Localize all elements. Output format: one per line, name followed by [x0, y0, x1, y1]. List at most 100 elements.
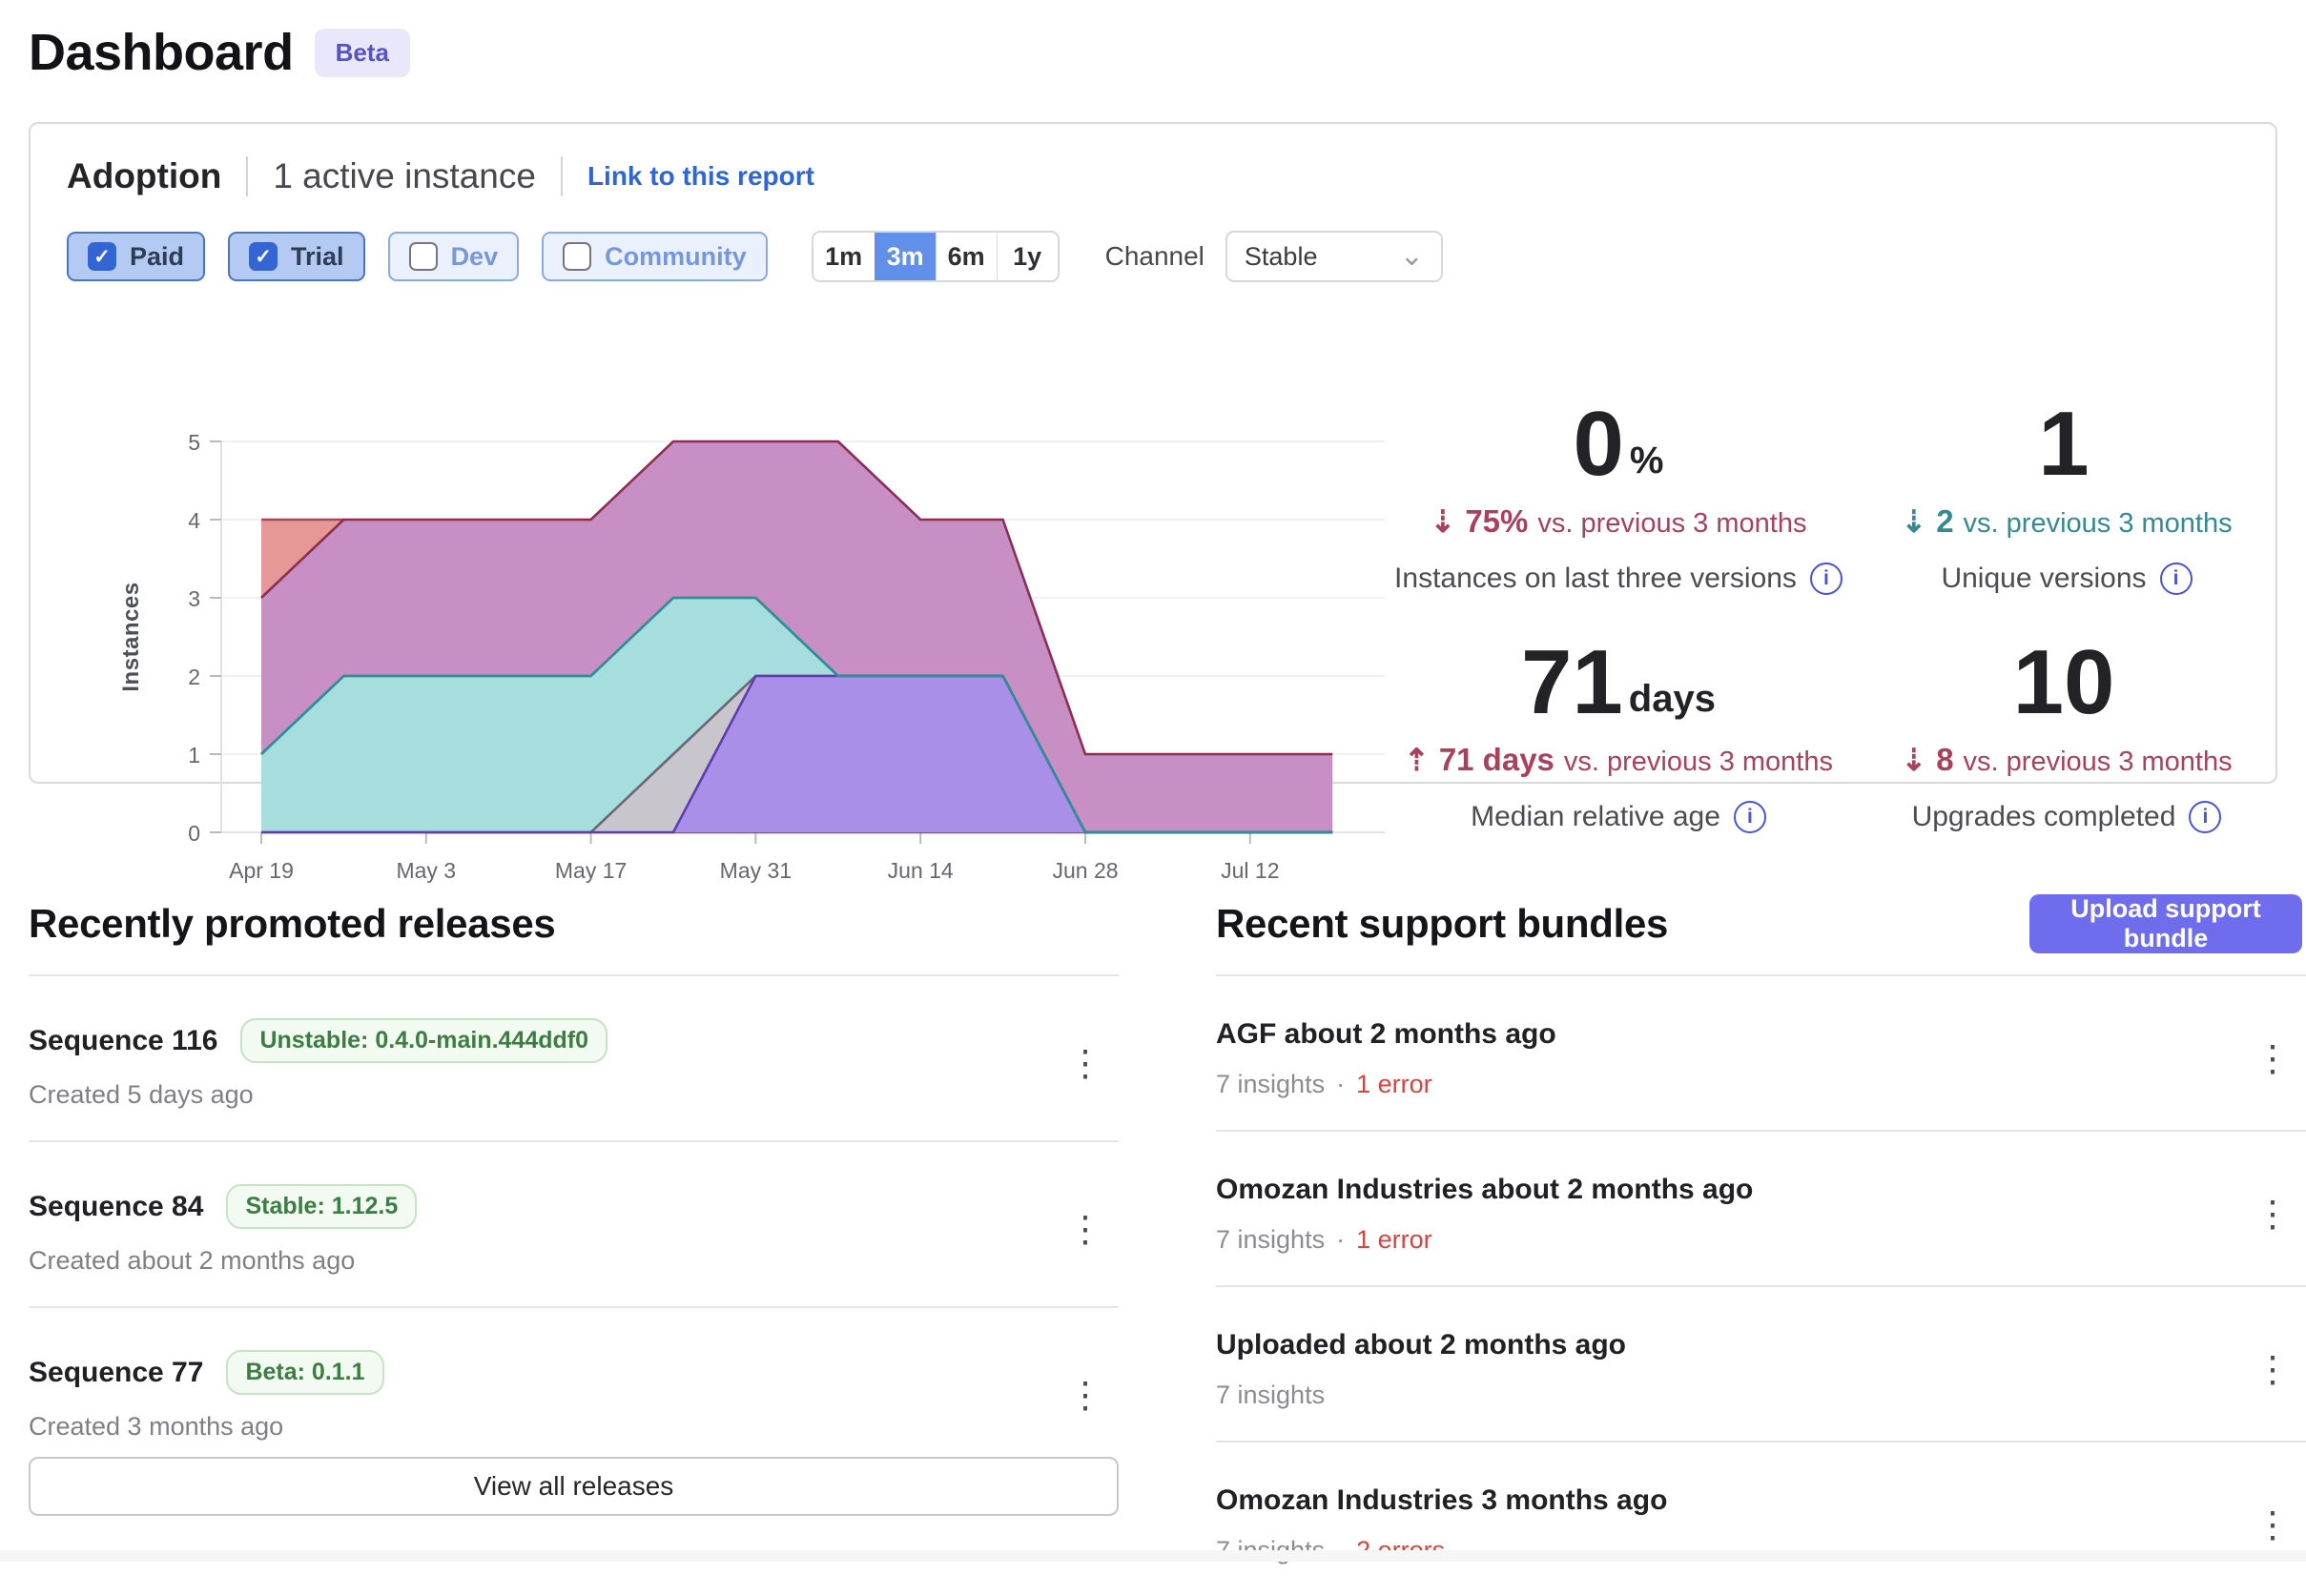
info-icon[interactable]: i: [2160, 563, 2193, 595]
bundle-menu-button[interactable]: ⋮: [2249, 1193, 2296, 1237]
release-name: Sequence 77: [29, 1357, 203, 1389]
bundle-insights: 7 insights: [1216, 1381, 1325, 1410]
svg-text:Apr 19: Apr 19: [229, 858, 294, 883]
channel-select[interactable]: Stable ⌄: [1225, 231, 1443, 282]
checkbox-unchecked-icon: [409, 242, 438, 271]
bundles-list: AGF about 2 months ago 7 insights · 1 er…: [1216, 974, 2306, 1596]
release-channel-badge: Unstable: 0.4.0-main.444ddf0: [240, 1018, 607, 1063]
stat-delta-suffix: vs. previous 3 months: [1964, 747, 2233, 778]
stat-label: Unique versions: [1941, 563, 2146, 595]
stat-delta-suffix: vs. previous 3 months: [1564, 747, 1833, 778]
stat-unit: %: [1630, 440, 1664, 486]
stat-value: 0: [1574, 402, 1624, 486]
release-menu-button[interactable]: ⋮: [1061, 1208, 1109, 1252]
adoption-stats: 0 % ⇣ 75% vs. previous 3 months Instance…: [1394, 374, 2291, 850]
bundle-menu-button[interactable]: ⋮: [2249, 1504, 2296, 1547]
range-1y[interactable]: 1y: [997, 233, 1058, 280]
filter-paid[interactable]: ✓ Paid: [67, 232, 205, 281]
page-header: Dashboard Beta: [29, 23, 410, 82]
adoption-card-header: Adoption 1 active instance Link to this …: [67, 156, 814, 196]
upload-support-bundle-button[interactable]: Upload support bundle: [2029, 894, 2302, 953]
trend-down-icon: ⇣: [1901, 742, 1926, 778]
range-6m[interactable]: 6m: [936, 233, 997, 280]
stat-unique-versions: 1 ⇣ 2 vs. previous 3 months Unique versi…: [1843, 374, 2291, 612]
svg-text:5: 5: [188, 430, 200, 455]
trend-down-icon: ⇣: [1431, 503, 1456, 540]
checkbox-checked-icon: ✓: [249, 242, 278, 271]
chevron-down-icon: ⌄: [1400, 247, 1424, 266]
stat-delta-suffix: vs. previous 3 months: [1964, 508, 2233, 540]
bundle-row: Omozan Industries 3 months ago 7 insight…: [1216, 1443, 2306, 1596]
bundle-name[interactable]: AGF about 2 months ago: [1216, 1018, 1556, 1051]
stat-median-relative-age: 71 days ⇡ 71 days vs. previous 3 months …: [1394, 612, 1843, 850]
svg-text:Jun 14: Jun 14: [888, 858, 954, 883]
link-to-report[interactable]: Link to this report: [587, 161, 814, 192]
stat-delta-value: 71 days: [1439, 742, 1554, 778]
stat-instances-last-three-versions: 0 % ⇣ 75% vs. previous 3 months Instance…: [1394, 374, 1843, 612]
release-name: Sequence 84: [29, 1191, 203, 1223]
svg-text:May 31: May 31: [720, 858, 792, 883]
info-icon[interactable]: i: [1734, 801, 1766, 833]
channel-selected-value: Stable: [1245, 242, 1318, 272]
release-row: Sequence 116 Unstable: 0.4.0-main.444ddf…: [29, 976, 1119, 1142]
stat-label: Upgrades completed: [1912, 801, 2176, 833]
dot-separator: ·: [1336, 1225, 1345, 1255]
channel-label: Channel: [1105, 241, 1204, 272]
view-all-releases-button[interactable]: View all releases: [29, 1457, 1119, 1516]
bundle-menu-button[interactable]: ⋮: [2249, 1037, 2296, 1081]
svg-text:May 17: May 17: [555, 858, 627, 883]
info-icon[interactable]: i: [1810, 563, 1843, 595]
stat-delta-value: 8: [1936, 742, 1953, 778]
stat-delta-value: 75%: [1465, 503, 1528, 540]
adoption-filter-row: ✓ Paid ✓ Trial Dev Community 1m 3m 6m 1y…: [67, 231, 1443, 282]
filter-community[interactable]: Community: [542, 232, 768, 281]
bundle-name[interactable]: Omozan Industries 3 months ago: [1216, 1484, 1667, 1517]
bundle-name[interactable]: Omozan Industries about 2 months ago: [1216, 1174, 1753, 1206]
release-name: Sequence 116: [29, 1025, 217, 1057]
page-title: Dashboard: [29, 23, 294, 82]
trend-up-icon: ⇡: [1404, 742, 1430, 778]
bundle-name[interactable]: Uploaded about 2 months ago: [1216, 1329, 1626, 1361]
release-row: Sequence 84 Stable: 1.12.5 Created about…: [29, 1142, 1119, 1308]
range-1m[interactable]: 1m: [813, 233, 875, 280]
svg-text:Jul 12: Jul 12: [1221, 858, 1279, 883]
bundle-insights: 7 insights: [1216, 1225, 1325, 1255]
bundle-row: Uploaded about 2 months ago 7 insights ⋮: [1216, 1287, 2306, 1443]
range-3m[interactable]: 3m: [875, 233, 936, 280]
bundle-insights: 7 insights: [1216, 1070, 1325, 1099]
svg-text:Instances: Instances: [121, 582, 144, 691]
filter-trial[interactable]: ✓ Trial: [228, 232, 365, 281]
stat-delta-value: 2: [1936, 503, 1953, 540]
releases-heading: Recently promoted releases: [29, 901, 555, 947]
header-divider: [561, 156, 563, 196]
svg-text:4: 4: [188, 508, 200, 533]
release-created: Created 3 months ago: [29, 1412, 384, 1442]
adoption-chart: 012345Apr 19May 3May 17May 31Jun 14Jun 2…: [121, 427, 1409, 894]
svg-text:1: 1: [188, 743, 200, 767]
stat-delta-suffix: vs. previous 3 months: [1537, 508, 1806, 540]
stat-label: Instances on last three versions: [1394, 563, 1797, 595]
beta-badge: Beta: [315, 29, 410, 77]
bundle-errors: 1 error: [1356, 1225, 1432, 1255]
adoption-card: Adoption 1 active instance Link to this …: [29, 122, 2277, 784]
bundle-menu-button[interactable]: ⋮: [2249, 1348, 2296, 1392]
bundles-heading: Recent support bundles: [1216, 901, 1668, 947]
time-range-toggle: 1m 3m 6m 1y: [812, 231, 1060, 282]
trend-down-icon: ⇣: [1901, 503, 1926, 540]
release-menu-button[interactable]: ⋮: [1061, 1042, 1109, 1086]
footer-band: [0, 1550, 2306, 1562]
release-menu-button[interactable]: ⋮: [1061, 1374, 1109, 1418]
releases-list: Sequence 116 Unstable: 0.4.0-main.444ddf…: [29, 974, 1119, 1472]
svg-text:3: 3: [188, 586, 200, 611]
header-divider: [246, 156, 248, 196]
filter-dev[interactable]: Dev: [388, 232, 520, 281]
dot-separator: ·: [1336, 1070, 1345, 1099]
filter-label: Dev: [451, 242, 499, 272]
info-icon[interactable]: i: [2189, 801, 2221, 833]
bundle-row: AGF about 2 months ago 7 insights · 1 er…: [1216, 976, 2306, 1132]
adoption-title: Adoption: [67, 156, 221, 196]
stat-upgrades-completed: 10 ⇣ 8 vs. previous 3 months Upgrades co…: [1843, 612, 2291, 850]
bundle-row: Omozan Industries about 2 months ago 7 i…: [1216, 1132, 2306, 1287]
stat-value: 71: [1521, 641, 1623, 725]
stat-value: 1: [2038, 402, 2089, 486]
